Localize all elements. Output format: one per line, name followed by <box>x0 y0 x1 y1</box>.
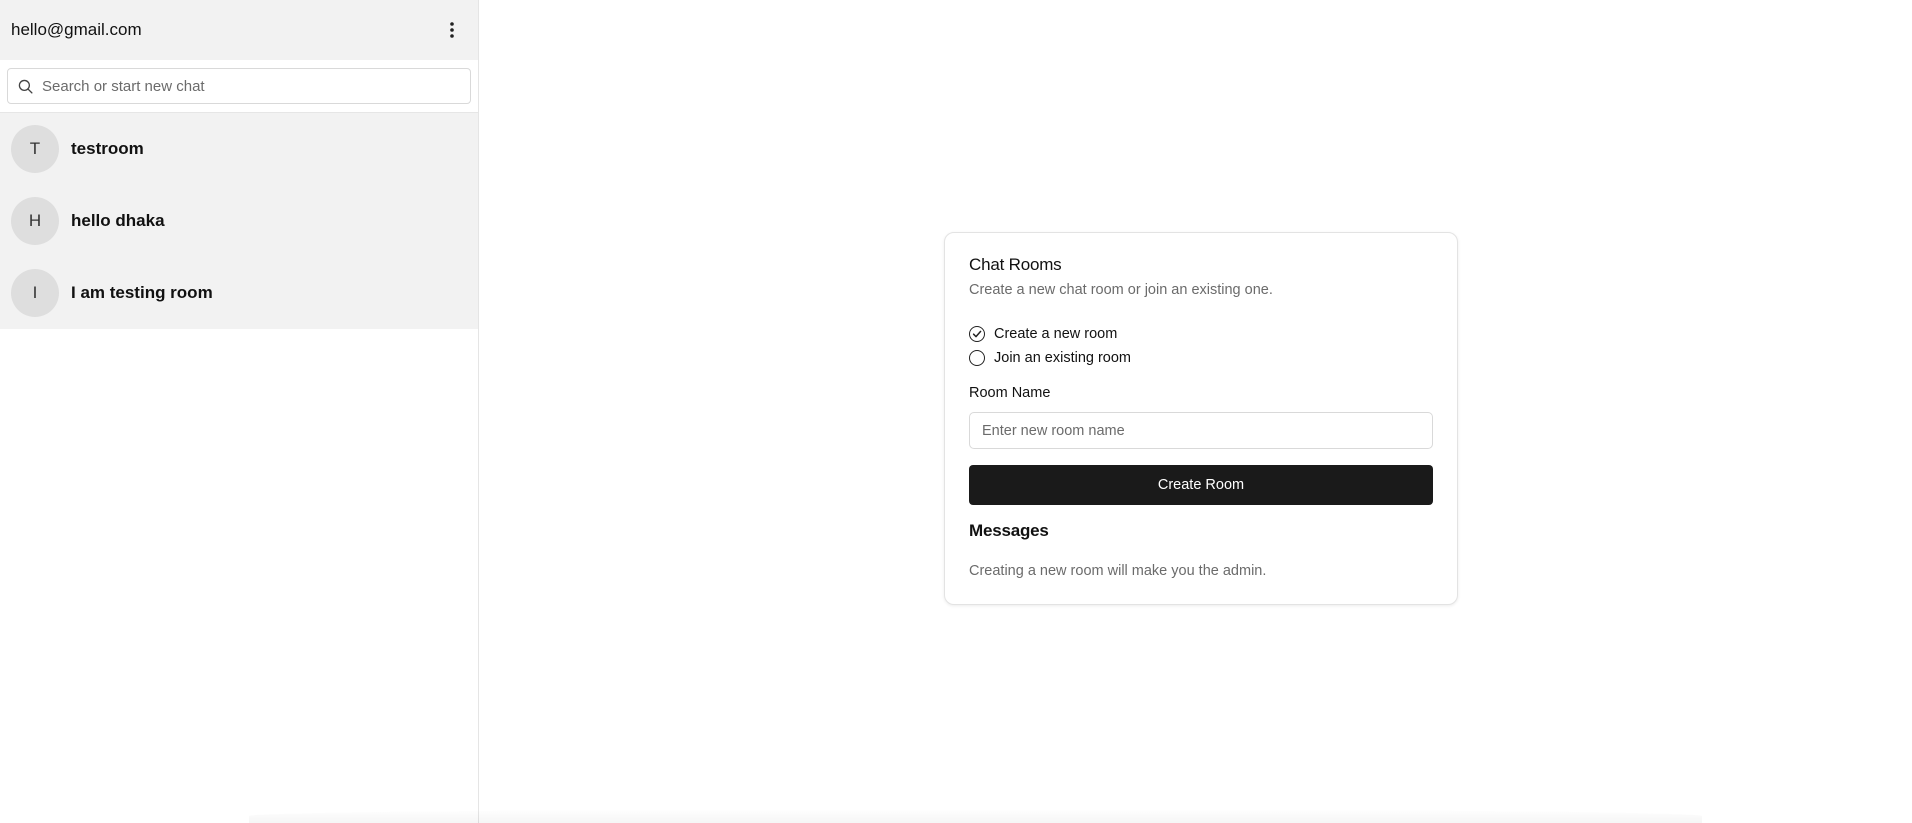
avatar: H <box>11 197 59 245</box>
bottom-shadow <box>249 809 1702 823</box>
option-create-room[interactable]: Create a new room <box>969 322 1433 346</box>
room-list-item[interactable]: H hello dhaka <box>0 185 478 257</box>
room-name-input[interactable] <box>969 412 1433 449</box>
room-name: testroom <box>71 139 144 158</box>
room-name: I am testing room <box>71 283 213 302</box>
card-subtitle: Create a new chat room or join an existi… <box>969 282 1273 298</box>
avatar: T <box>11 125 59 173</box>
card-title: Chat Rooms <box>969 255 1062 274</box>
radio-checked-icon[interactable] <box>969 326 985 342</box>
more-options-button[interactable] <box>438 16 466 44</box>
room-list-item[interactable]: T testroom <box>0 113 478 185</box>
room-list: T testroom H hello dhaka I I am testing … <box>0 112 478 329</box>
room-name-label: Room Name <box>969 385 1051 401</box>
messages-text: Creating a new room will make you the ad… <box>969 563 1267 579</box>
search-input[interactable] <box>42 77 460 95</box>
user-email: hello@gmail.com <box>11 20 142 39</box>
sidebar: hello@gmail.com T testroom <box>0 0 479 823</box>
create-room-button[interactable]: Create Room <box>969 465 1433 505</box>
room-mode-radio-group: Create a new room Join an existing room <box>969 322 1433 370</box>
chat-rooms-card: Chat Rooms Create a new chat room or joi… <box>944 232 1458 605</box>
app-root: hello@gmail.com T testroom <box>0 0 1912 823</box>
room-list-item[interactable]: I I am testing room <box>0 257 478 329</box>
search-icon <box>18 79 33 94</box>
option-label: Join an existing room <box>994 350 1132 366</box>
search-bar <box>0 60 478 112</box>
main-panel: Chat Rooms Create a new chat room or joi… <box>249 0 1912 823</box>
sidebar-header: hello@gmail.com <box>0 0 478 60</box>
room-name: hello dhaka <box>71 211 165 230</box>
option-label: Create a new room <box>994 326 1118 342</box>
more-vertical-icon <box>450 22 454 38</box>
search-box[interactable] <box>7 68 471 104</box>
radio-unchecked-icon[interactable] <box>969 350 985 366</box>
option-join-room[interactable]: Join an existing room <box>969 346 1433 370</box>
messages-title: Messages <box>969 521 1049 540</box>
avatar: I <box>11 269 59 317</box>
